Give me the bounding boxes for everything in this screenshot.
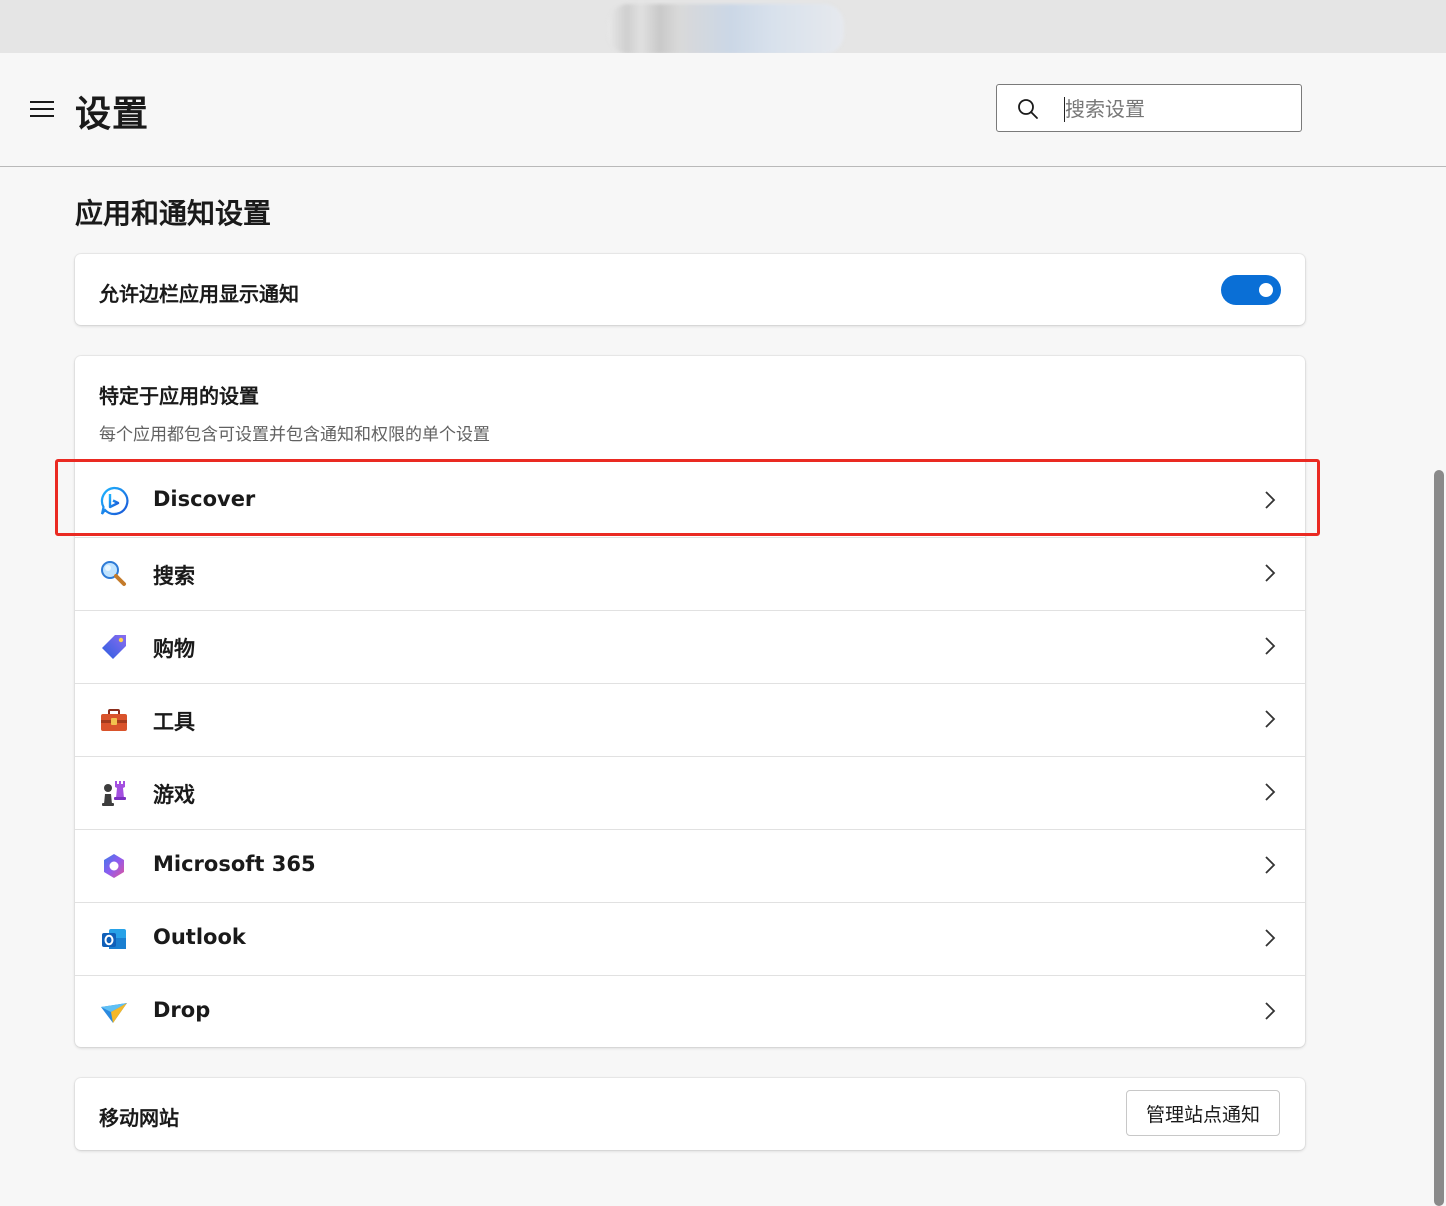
mobile-sites-label: 移动网站 bbox=[99, 1106, 179, 1130]
chevron-right-icon bbox=[1263, 708, 1277, 734]
manage-site-notifications-button[interactable]: 管理站点通知 bbox=[1126, 1090, 1280, 1136]
shopping-tag-icon bbox=[99, 632, 129, 662]
magnifier-icon bbox=[99, 559, 129, 589]
app-item-label: 工具 bbox=[153, 710, 195, 734]
app-item-shopping[interactable]: 购物 bbox=[75, 610, 1305, 683]
search-input[interactable] bbox=[1063, 93, 1287, 125]
chevron-right-icon bbox=[1263, 781, 1277, 807]
chevron-right-icon bbox=[1263, 635, 1277, 661]
chess-icon bbox=[99, 778, 129, 808]
section-title: 应用和通知设置 bbox=[75, 197, 272, 230]
text-caret bbox=[1064, 97, 1065, 122]
app-item-label: 搜索 bbox=[153, 564, 195, 588]
chevron-right-icon bbox=[1263, 562, 1277, 588]
app-item-label: Outlook bbox=[153, 925, 246, 949]
app-item-games[interactable]: 游戏 bbox=[75, 756, 1305, 829]
app-item-tools[interactable]: 工具 bbox=[75, 683, 1305, 756]
app-item-drop[interactable]: Drop bbox=[75, 975, 1305, 1048]
microsoft-365-icon bbox=[99, 851, 129, 881]
app-item-label: Microsoft 365 bbox=[153, 852, 316, 876]
toggle-knob bbox=[1259, 283, 1273, 297]
search-icon bbox=[1017, 98, 1039, 124]
app-item-microsoft-365[interactable]: Microsoft 365 bbox=[75, 829, 1305, 902]
blurred-tab bbox=[608, 4, 844, 54]
app-item-search[interactable]: 搜索 bbox=[75, 537, 1305, 610]
app-settings-heading: 特定于应用的设置 bbox=[99, 384, 259, 408]
sidebar-notifications-toggle[interactable] bbox=[1221, 275, 1281, 305]
drop-icon bbox=[99, 997, 129, 1027]
chevron-right-icon bbox=[1263, 927, 1277, 953]
chevron-right-icon bbox=[1263, 1000, 1277, 1026]
outlook-icon bbox=[99, 924, 129, 954]
app-item-outlook[interactable]: Outlook bbox=[75, 902, 1305, 975]
app-settings-description: 每个应用都包含可设置并包含通知和权限的单个设置 bbox=[99, 425, 490, 445]
hamburger-menu-icon[interactable] bbox=[30, 101, 54, 117]
app-item-label: 购物 bbox=[153, 637, 195, 661]
sidebar-notifications-card: 允许边栏应用显示通知 bbox=[75, 254, 1305, 325]
chevron-right-icon bbox=[1263, 854, 1277, 880]
app-item-label: 游戏 bbox=[153, 783, 195, 807]
app-item-label: Drop bbox=[153, 998, 211, 1022]
search-box[interactable] bbox=[996, 84, 1302, 132]
settings-header: 设置 bbox=[0, 53, 1446, 167]
scrollbar-thumb[interactable] bbox=[1434, 470, 1444, 1206]
sidebar-notifications-label: 允许边栏应用显示通知 bbox=[99, 282, 299, 306]
toolbox-icon bbox=[99, 705, 129, 735]
page-title: 设置 bbox=[75, 94, 150, 135]
browser-top-bar bbox=[0, 0, 1446, 54]
mobile-sites-card: 移动网站 管理站点通知 bbox=[75, 1078, 1305, 1150]
discover-highlight-box bbox=[55, 459, 1320, 536]
